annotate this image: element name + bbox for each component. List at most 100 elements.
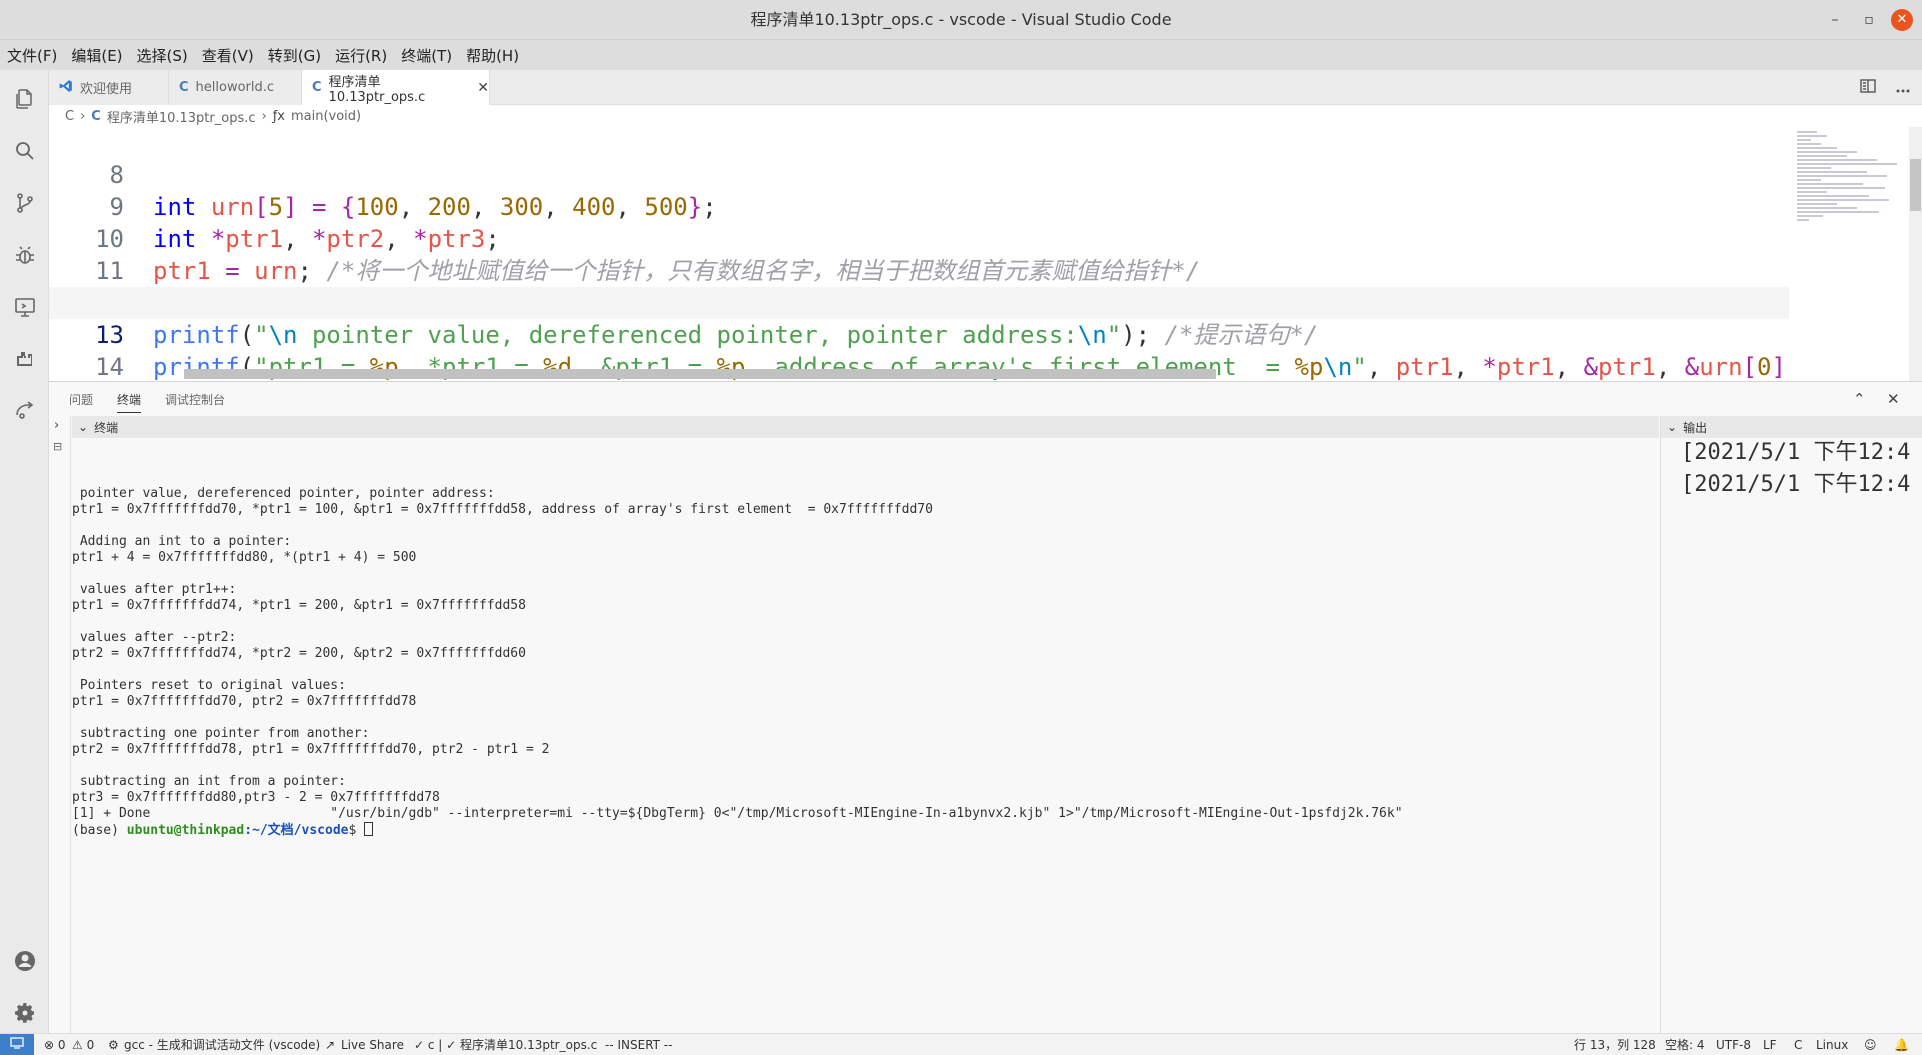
tab-helloworld[interactable]: C helloworld.c [169, 70, 302, 105]
c-file-icon: C [91, 108, 101, 124]
menu-file[interactable]: 文件(F) [6, 43, 58, 68]
code-line[interactable]: 10 ptr1 = urn; /*将一个地址赋值给一个指针，只有数组名字，相当于… [49, 191, 1789, 285]
menu-selection[interactable]: 选择(S) [136, 43, 189, 68]
end-of-line[interactable]: LF [1763, 1034, 1777, 1055]
close-window-button[interactable]: ✕ [1891, 9, 1913, 31]
tree-view-icon[interactable]: ⊟ [53, 440, 62, 453]
settings-gear-icon[interactable] [12, 1000, 38, 1026]
terminal-line: values after --ptr2: [72, 630, 237, 645]
prompt-symbol: $ [348, 823, 365, 838]
source-control-icon[interactable] [12, 190, 38, 216]
gear-icon: ⚙ [108, 1038, 119, 1052]
code-line[interactable]: 9 int *ptr1, *ptr2, *ptr3; [49, 159, 1789, 253]
terminal-line: ptr3 = 0x7fffffffdd80,ptr3 - 2 = 0x7ffff… [72, 790, 440, 805]
errors-count[interactable]: ⊗ 0 [44, 1034, 66, 1055]
live-share-button[interactable]: Live Share [341, 1034, 404, 1055]
output-line: [2021/5/1 下午12:4 [1681, 440, 1911, 465]
output-view[interactable]: [2021/5/1 下午12:4 [2021/5/1 下午12:4 [1660, 438, 1922, 1034]
code-line-current[interactable]: 13 printf("ptr1 = %p, *ptr1 = %d, &ptr1 … [49, 287, 1789, 381]
code-line[interactable]: 12 printf("\n pointer value, dereference… [49, 255, 1789, 349]
terminal-line: Pointers reset to original values: [72, 678, 346, 693]
breadcrumb-file[interactable]: 程序清单10.13ptr_ops.c [107, 107, 256, 126]
run-debug-icon[interactable] [12, 242, 38, 268]
extensions-icon[interactable] [12, 346, 38, 372]
menu-terminal[interactable]: 终端(T) [400, 43, 453, 68]
minimap[interactable] [1789, 127, 1909, 381]
cursor-position[interactable]: 行 13，列 128 [1574, 1034, 1656, 1055]
vertical-scrollbar[interactable] [1909, 127, 1922, 381]
horizontal-scrollbar[interactable] [184, 369, 1216, 379]
more-actions-icon[interactable] [1896, 79, 1910, 97]
panel-side-strip: › ⊟ [49, 416, 71, 1034]
tab-debug-console[interactable]: 调试控制台 [165, 391, 225, 408]
function-icon: ƒx [272, 108, 285, 124]
tab-welcome[interactable]: 欢迎使用 [49, 70, 169, 105]
notifications-bell-icon[interactable]: 🔔 [1894, 1034, 1909, 1055]
search-icon[interactable] [12, 138, 38, 164]
share-icon: ↗ [325, 1038, 336, 1052]
close-panel-icon[interactable]: ✕ [1887, 382, 1900, 416]
language-mode[interactable]: C [1794, 1034, 1802, 1055]
c-file-icon: C [179, 80, 189, 95]
tab-terminal[interactable]: 终端 [117, 391, 142, 413]
maximize-panel-icon[interactable]: ⌃ [1853, 382, 1866, 416]
accounts-icon[interactable] [12, 948, 38, 974]
terminal-line: ptr1 = 0x7fffffffdd70, ptr2 = 0x7fffffff… [72, 694, 417, 709]
terminal-prompt-line[interactable]: (base) ubuntu@thinkpad:~/文档/vscode$ [72, 822, 374, 838]
terminal-line: ptr1 + 4 = 0x7fffffffdd80, *(ptr1 + 4) =… [72, 550, 417, 565]
breadcrumb: C › C 程序清单10.13ptr_ops.c › ƒx main(void) [49, 105, 1922, 127]
editor-tab-bar: 欢迎使用 C helloworld.c C 程序清单10.13ptr_ops.c… [49, 70, 1922, 105]
chevron-right-icon[interactable]: › [54, 418, 59, 433]
vim-mode: -- INSERT -- [605, 1038, 673, 1052]
breadcrumb-symbol[interactable]: main(void) [291, 109, 361, 124]
status-bar: ⊗ 0 ⚠ 0 ⚙ gcc - 生成和调试活动文件 (vscode) ↗ Liv… [0, 1033, 1922, 1055]
panel-tabs: 问题 终端 调试控制台 [49, 382, 1922, 416]
terminal-header-label: 终端 [94, 420, 119, 435]
explorer-icon[interactable] [12, 86, 38, 112]
remote-indicator-icon[interactable] [0, 1034, 34, 1055]
terminal-cursor [364, 822, 374, 836]
encoding[interactable]: UTF-8 [1716, 1034, 1751, 1055]
menu-go[interactable]: 转到(G) [267, 43, 322, 68]
live-share-icon[interactable] [12, 398, 38, 424]
warnings-count[interactable]: ⚠ 0 [72, 1034, 94, 1055]
build-task-status[interactable]: gcc - 生成和调试活动文件 (vscode) [124, 1034, 320, 1055]
activity-bar [0, 70, 49, 1033]
terminal-output[interactable]: pointer value, dereferenced pointer, poi… [72, 438, 1659, 1034]
file-language-status[interactable]: ✓ c | ✓ 程序清单10.13ptr_ops.c [414, 1034, 597, 1055]
terminal-section-header[interactable]: ⌄ 终端 [72, 416, 1659, 438]
chevron-right-icon: › [80, 108, 86, 124]
code-line[interactable]: 14 /*指针加法*/ [49, 319, 1789, 381]
menu-edit[interactable]: 编辑(E) [70, 43, 123, 68]
restore-button[interactable]: ▫ [1857, 8, 1881, 32]
terminal-line: ptr2 = 0x7fffffffdd78, ptr1 = 0x7fffffff… [72, 742, 550, 757]
vscode-icon [59, 79, 73, 97]
tab-problems[interactable]: 问题 [69, 391, 93, 408]
menu-run[interactable]: 运行(R) [334, 43, 388, 68]
chevron-down-icon: ⌄ [78, 420, 89, 434]
tab-ptr-ops[interactable]: C 程序清单10.13ptr_ops.c ✕ [302, 70, 490, 105]
code-line[interactable]: 8 int urn[5] = {100, 200, 300, 400, 500}… [49, 127, 1789, 221]
prompt-env: (base) [72, 823, 127, 838]
minimize-button[interactable]: – [1823, 8, 1847, 32]
remote-explorer-icon[interactable] [12, 294, 38, 320]
breadcrumb-folder[interactable]: C [65, 109, 74, 124]
prompt-user: ubuntu@thinkpad [126, 823, 245, 838]
terminal-line: Adding an int to a pointer: [72, 534, 292, 549]
code-line[interactable]: 11 ptr2 = &urn[2]; /*把一个地址赋值给一个变量*/ [49, 223, 1789, 317]
scrollbar-thumb[interactable] [1910, 159, 1921, 211]
menu-view[interactable]: 查看(V) [201, 43, 255, 68]
indentation[interactable]: 空格: 4 [1665, 1034, 1705, 1055]
terminal-line: values after ptr1++: [72, 582, 237, 597]
output-section-header[interactable]: ⌄ 输出 [1660, 416, 1922, 438]
terminal-line: ptr2 = 0x7fffffffdd74, *ptr2 = 200, &ptr… [72, 646, 526, 661]
split-editor-icon[interactable] [1860, 78, 1876, 97]
tab-close-icon[interactable]: ✕ [477, 80, 489, 96]
menu-help[interactable]: 帮助(H) [465, 43, 520, 68]
feedback-icon[interactable]: ☺ [1864, 1034, 1877, 1055]
code-editor[interactable]: 8 int urn[5] = {100, 200, 300, 400, 500}… [49, 127, 1922, 381]
terminal-line: [1] + Done "/usr/bin/gdb" --interpreter=… [72, 806, 1403, 821]
os-indicator[interactable]: Linux [1816, 1034, 1848, 1055]
bottom-panel: 问题 终端 调试控制台 ⌃ ✕ › ⊟ ⌄ 终端 pointer value, … [49, 381, 1922, 1034]
tab-label: 程序清单10.13ptr_ops.c [328, 74, 426, 105]
